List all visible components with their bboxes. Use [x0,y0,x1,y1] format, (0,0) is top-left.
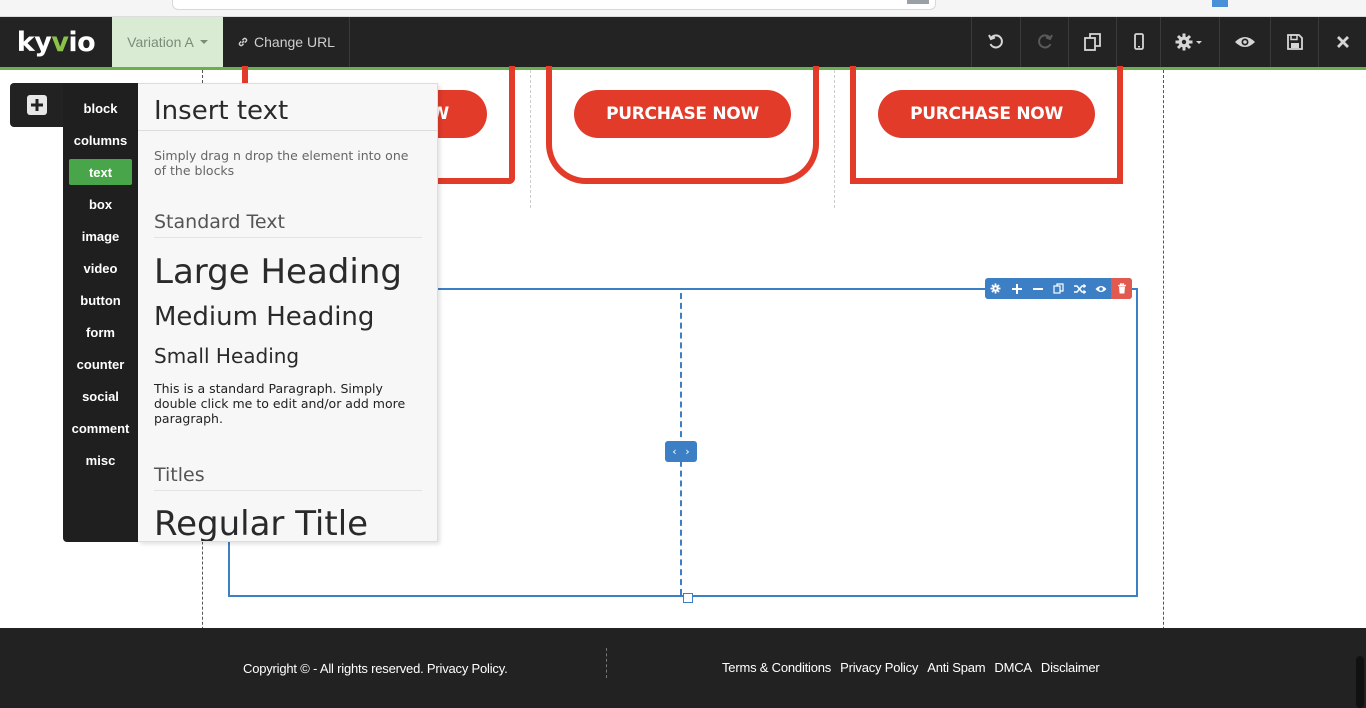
save-button[interactable] [1270,17,1318,67]
variation-label: Variation A [127,34,194,50]
purchase-now-label: PURCHASE NOW [910,104,1063,124]
change-url-button[interactable]: Change URL [223,17,350,67]
panel-title-divider [138,130,437,131]
row-delete-button[interactable] [1111,278,1132,299]
panel-title: Insert text [154,96,289,126]
category-columns[interactable]: columns [69,127,132,153]
undo-button[interactable] [971,17,1020,67]
arrow-right-icon: › [685,445,690,458]
kyvio-logo: ky v io [0,17,112,67]
category-box[interactable]: box [69,191,132,217]
section-titles: Titles [154,464,205,486]
redo-button[interactable] [1020,17,1068,67]
medium-heading-element[interactable]: Medium Heading [154,302,374,332]
section-divider [154,237,422,238]
logo-text-start: ky [16,26,52,58]
settings-dropdown-button[interactable] [1160,17,1219,67]
variation-dropdown[interactable]: Variation A [112,17,223,67]
trash-icon [1117,283,1126,294]
mobile-view-button[interactable] [1116,17,1160,67]
mobile-icon [1133,33,1144,50]
close-editor-button[interactable] [1318,17,1366,67]
element-category-menu: block columns text box image video butto… [63,83,139,542]
purchase-now-label: PURCHASE NOW [606,104,759,124]
category-image[interactable]: image [69,223,132,249]
row-settings-button[interactable] [985,278,1006,299]
plus-icon [1011,283,1022,294]
regular-title-element[interactable]: Regular Title [154,504,368,541]
footer-links: Terms & Conditions Privacy Policy Anti S… [722,660,1100,675]
browser-chrome [0,0,1366,17]
row-shuffle-button[interactable] [1069,278,1090,299]
redo-icon [1037,34,1053,49]
minus-icon [1032,287,1043,290]
copy-icon [1053,283,1064,294]
panel-description: Simply drag n drop the element into one … [154,148,409,178]
footer-link-privacy[interactable]: Privacy Policy [840,660,918,675]
editor-toolbar: ky v io Variation A Change URL [0,17,1366,67]
purchase-now-button[interactable]: PURCHASE NOW [574,90,791,138]
canvas-guide-right [1163,70,1164,708]
preview-button[interactable] [1219,17,1270,67]
address-bar[interactable] [172,0,936,10]
footer-link-dmca[interactable]: DMCA [994,660,1032,675]
category-social[interactable]: social [69,383,132,409]
footer-divider [606,648,607,678]
category-button[interactable]: button [69,287,132,313]
footer-link-terms[interactable]: Terms & Conditions [722,660,831,675]
extension-icon[interactable] [1212,0,1228,7]
shuffle-icon [1073,283,1086,294]
row-resize-handle[interactable] [683,593,693,603]
category-counter[interactable]: counter [69,351,132,377]
category-misc[interactable]: misc [69,447,132,473]
category-video[interactable]: video [69,255,132,281]
undo-icon [988,34,1003,49]
copy-icon [1083,33,1101,51]
purchase-now-button[interactable]: PURCHASE NOW [878,90,1095,138]
category-text[interactable]: text [69,159,132,185]
chevron-down-icon [199,40,208,44]
address-bar-icon [907,0,929,4]
insert-text-panel: Insert text Simply drag n drop the eleme… [138,83,438,542]
gear-icon [990,283,1001,294]
row-duplicate-button[interactable] [1048,278,1069,299]
page-footer: Copyright © - All rights reserved. Priva… [0,628,1366,708]
scrollbar[interactable] [1356,656,1364,708]
footer-copyright: Copyright © - All rights reserved. Priva… [243,661,508,676]
category-block[interactable]: block [69,95,132,121]
category-form[interactable]: form [69,319,132,345]
row-add-button[interactable] [1006,278,1027,299]
section-divider [154,490,422,491]
add-element-toggle[interactable] [10,83,64,127]
column-separator [530,70,531,208]
row-collapse-button[interactable] [1027,278,1048,299]
logo-text-v: v [51,26,69,58]
save-icon [1286,34,1303,50]
arrow-left-icon: ‹ [672,445,677,458]
eye-icon [1095,285,1106,292]
change-url-label: Change URL [254,34,335,50]
row-toolbar [985,278,1132,299]
link-icon [238,37,248,47]
logo-text-end: io [68,26,96,58]
small-heading-element[interactable]: Small Heading [154,344,299,368]
eye-icon [1235,37,1255,47]
footer-link-disclaimer[interactable]: Disclaimer [1041,660,1100,675]
column-separator [834,70,835,208]
gear-icon [1175,33,1202,51]
editor-screen: ky v io Variation A Change URL W PURCHAS… [0,0,1366,708]
footer-link-anti-spam[interactable]: Anti Spam [927,660,985,675]
plus-square-icon [27,95,47,115]
paragraph-element[interactable]: This is a standard Paragraph. Simply dou… [154,381,424,426]
category-comment[interactable]: comment [69,415,132,441]
large-heading-element[interactable]: Large Heading [154,252,402,292]
close-icon [1336,36,1349,48]
duplicate-button[interactable] [1068,17,1116,67]
row-visibility-button[interactable] [1090,278,1111,299]
column-resize-handle[interactable]: ‹ › [665,441,697,462]
section-standard-text: Standard Text [154,211,285,233]
